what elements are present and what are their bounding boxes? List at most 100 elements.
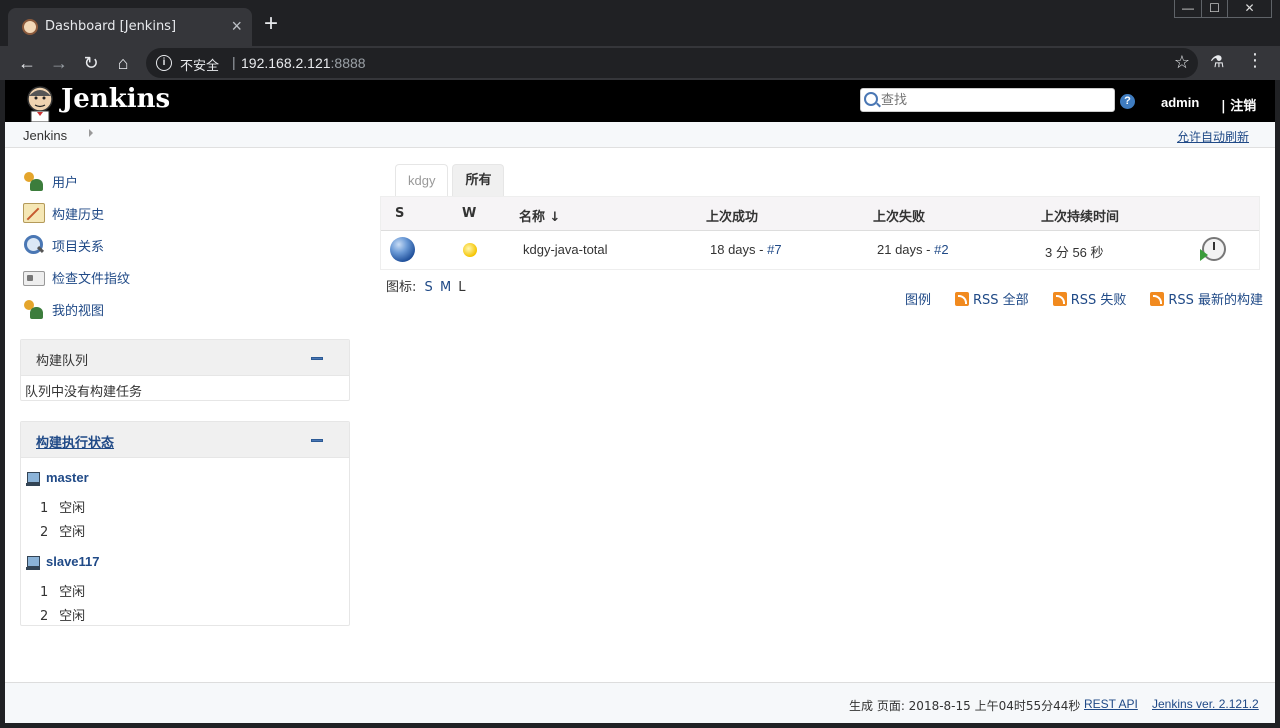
logout-link[interactable]: | 注销 xyxy=(1221,95,1256,114)
omnibox-separator: | xyxy=(232,54,236,70)
new-tab-button[interactable]: + xyxy=(264,12,278,36)
breadcrumb-arrow-icon[interactable] xyxy=(89,129,93,137)
generated-timestamp: 生成 页面: 2018-8-15 上午04时55分44秒 xyxy=(849,699,1081,713)
info-icon[interactable]: i xyxy=(156,55,172,71)
task-build-history[interactable]: 构建历史 xyxy=(23,197,130,229)
address-bar[interactable]: i 不安全 | 192.168.2.121:8888 ☆ xyxy=(146,48,1198,78)
computer-icon xyxy=(26,472,40,486)
breadcrumb: Jenkins 允许自动刷新 xyxy=(5,122,1275,148)
jenkins-logo-icon[interactable] xyxy=(23,84,57,122)
view-tabs: kdgy 所有 xyxy=(395,164,508,196)
last-duration-cell: 3 分 56 秒 xyxy=(1045,245,1104,260)
column-last-success[interactable]: 上次成功 xyxy=(706,206,758,225)
task-build-history-label[interactable]: 构建历史 xyxy=(52,204,104,223)
page-footer: 生成 页面: 2018-8-15 上午04时55分44秒 REST API Je… xyxy=(5,682,1275,723)
notepad-icon xyxy=(23,203,45,223)
rss-failed-link[interactable]: RSS 失败 xyxy=(1071,289,1127,308)
last-success-time: 18 days - xyxy=(710,242,768,257)
task-project-relationship-label[interactable]: 项目关系 xyxy=(52,236,104,255)
node-link[interactable]: master xyxy=(46,470,89,485)
search-icon xyxy=(864,92,878,106)
reload-icon[interactable]: ↻ xyxy=(78,50,104,76)
last-success-cell: 18 days - #7 xyxy=(710,242,782,257)
maximize-icon[interactable]: ☐ xyxy=(1201,0,1227,17)
task-users-label[interactable]: 用户 xyxy=(52,172,78,191)
forward-arrow-icon[interactable]: → xyxy=(46,50,72,76)
url-port: :8888 xyxy=(330,55,366,71)
search-box xyxy=(860,88,1115,112)
weather-sunny-icon[interactable] xyxy=(457,237,483,263)
task-my-views-label[interactable]: 我的视图 xyxy=(52,300,104,319)
tab-title: Dashboard [Jenkins] xyxy=(45,19,177,34)
side-tasks: 用户 构建历史 项目关系 检查文件指纹 我的视图 xyxy=(23,165,130,325)
executors-pane: 构建执行状态 master 1 空闲 2 空闲 slave117 1 空闲 2 … xyxy=(20,421,350,626)
executor-state: 空闲 xyxy=(59,585,86,600)
jenkins-version-link[interactable]: Jenkins ver. 2.121.2 xyxy=(1152,697,1259,711)
browser-toolbar: ← → ↻ ⌂ i 不安全 | 192.168.2.121:8888 ☆ ⚗ ⋮ xyxy=(0,46,1280,80)
browser-tab[interactable]: Dashboard [Jenkins] × xyxy=(8,8,252,46)
browser-menu-icon[interactable]: ⋮ xyxy=(1246,50,1264,71)
magnifier-icon xyxy=(23,235,45,255)
executor-row: 1 空闲 xyxy=(40,581,85,600)
job-name-link[interactable]: kdgy-java-total xyxy=(523,242,608,257)
legend-link[interactable]: 图例 xyxy=(905,289,931,308)
node-link[interactable]: slave117 xyxy=(46,554,100,569)
breadcrumb-jenkins[interactable]: Jenkins xyxy=(23,128,67,143)
schedule-build-clock-icon[interactable] xyxy=(1200,237,1226,261)
executor-row: 2 空闲 xyxy=(40,605,85,624)
tab-all[interactable]: 所有 xyxy=(452,164,505,196)
rest-api-link[interactable]: REST API xyxy=(1084,697,1138,711)
column-last-duration[interactable]: 上次持续时间 xyxy=(1041,206,1119,225)
column-weather[interactable]: W xyxy=(462,206,476,221)
executor-number: 1 xyxy=(40,585,49,600)
enable-autorefresh-link[interactable]: 允许自动刷新 xyxy=(1177,128,1249,145)
help-icon[interactable]: ? xyxy=(1120,94,1135,109)
rss-all-link[interactable]: RSS 全部 xyxy=(973,289,1029,308)
back-arrow-icon[interactable]: ← xyxy=(14,50,40,76)
window-close-icon[interactable]: ✕ xyxy=(1227,0,1271,17)
task-check-fingerprint[interactable]: 检查文件指纹 xyxy=(23,261,130,293)
collapse-icon[interactable] xyxy=(311,357,323,360)
column-last-failure[interactable]: 上次失败 xyxy=(873,206,925,225)
icon-size-small[interactable]: S xyxy=(425,280,433,295)
tab-kdgy[interactable]: kdgy xyxy=(395,164,449,196)
last-success-build-link[interactable]: #7 xyxy=(767,242,781,257)
table-header: S W 名称 ↓ 上次成功 上次失败 上次持续时间 xyxy=(381,197,1259,231)
minimize-icon[interactable]: — xyxy=(1175,0,1201,17)
search-input[interactable] xyxy=(881,91,1111,109)
tab-close-icon[interactable]: × xyxy=(231,16,242,36)
executor-number: 1 xyxy=(40,501,49,516)
column-status[interactable]: S xyxy=(395,206,404,221)
url-text[interactable]: 192.168.2.121:8888 xyxy=(241,55,366,71)
last-failure-build-link[interactable]: #2 xyxy=(934,242,948,257)
last-failure-cell: 21 days - #2 xyxy=(877,242,949,257)
extension-icon[interactable]: ⚗ xyxy=(1210,52,1224,72)
users-icon xyxy=(23,299,45,319)
icon-size-label: 图标: xyxy=(386,280,417,295)
build-queue-title: 构建队列 xyxy=(36,354,89,369)
status-blue-ball-icon[interactable] xyxy=(390,237,415,262)
column-name[interactable]: 名称 ↓ xyxy=(519,206,560,225)
queue-empty-text: 队列中没有构建任务 xyxy=(25,385,143,400)
executor-state: 空闲 xyxy=(59,609,86,624)
url-host: 192.168.2.121 xyxy=(241,55,331,71)
user-link[interactable]: admin xyxy=(1161,95,1199,110)
node-master: master xyxy=(26,470,89,486)
icon-size-medium[interactable]: M xyxy=(440,280,451,295)
rss-latest-link[interactable]: RSS 最新的构建 xyxy=(1168,289,1263,308)
collapse-icon[interactable] xyxy=(311,439,323,442)
build-queue-pane: 构建队列 队列中没有构建任务 xyxy=(20,339,350,401)
task-my-views[interactable]: 我的视图 xyxy=(23,293,130,325)
jenkins-brand[interactable]: Jenkins xyxy=(61,84,170,114)
rss-icon[interactable] xyxy=(1052,291,1067,306)
rss-icon[interactable] xyxy=(955,291,970,306)
task-check-fingerprint-label[interactable]: 检查文件指纹 xyxy=(52,268,130,287)
task-project-relationship[interactable]: 项目关系 xyxy=(23,229,130,261)
task-users[interactable]: 用户 xyxy=(23,165,130,197)
users-icon xyxy=(23,171,45,191)
rss-icon[interactable] xyxy=(1150,291,1165,306)
executors-title-link[interactable]: 构建执行状态 xyxy=(36,432,114,451)
executor-row: 2 空闲 xyxy=(40,521,85,540)
bookmark-star-icon[interactable]: ☆ xyxy=(1174,52,1190,73)
home-icon[interactable]: ⌂ xyxy=(110,50,136,76)
